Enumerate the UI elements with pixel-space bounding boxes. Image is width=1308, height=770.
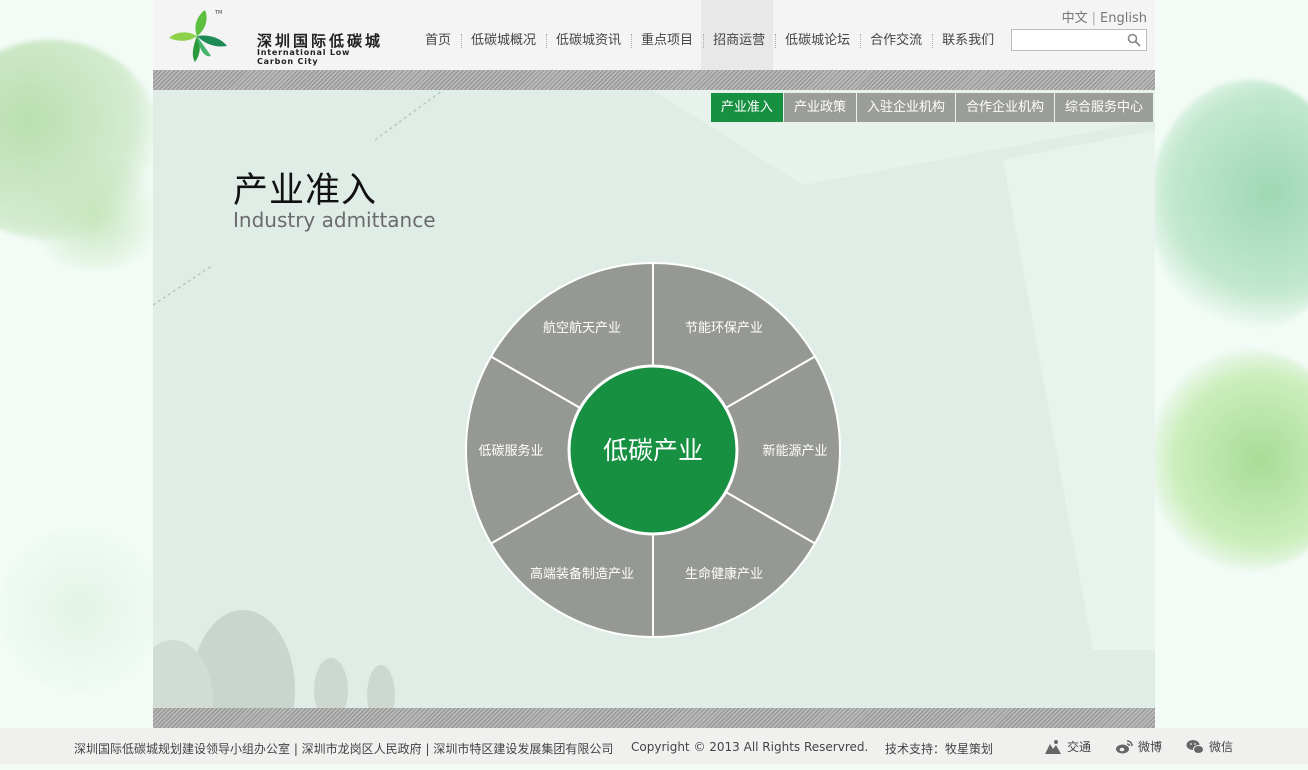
nav-item-home[interactable]: 首页: [415, 28, 461, 54]
wechat-icon: [1186, 739, 1204, 754]
header-stripe-band: [153, 70, 1155, 90]
footer-copyright: Copyright © 2013 All Rights Reservred.: [631, 740, 869, 754]
language-switcher: 中文 | English: [1062, 7, 1147, 26]
svg-text:TM: TM: [214, 10, 222, 16]
main-content: 产业准入 产业政策 入驻企业机构 合作企业机构 综合服务中心 产业准入 Indu…: [153, 90, 1155, 708]
lang-chinese-link[interactable]: 中文: [1062, 11, 1088, 26]
nav-item-contact[interactable]: 联系我们: [932, 28, 1004, 54]
sub-navigation: 产业准入 产业政策 入驻企业机构 合作企业机构 综合服务中心: [710, 93, 1153, 122]
social-wechat-label: 微信: [1209, 740, 1234, 754]
wheel-segment-label: 生命健康产业: [685, 566, 763, 582]
nav-item-investment[interactable]: 招商运营: [703, 28, 775, 54]
site-header: TM 深圳国际低碳城 International Low Carbon City…: [153, 0, 1155, 70]
subtab-service-center[interactable]: 综合服务中心: [1054, 93, 1153, 122]
nav-item-cooperation[interactable]: 合作交流: [860, 28, 932, 54]
nav-item-forum[interactable]: 低碳城论坛: [775, 28, 860, 54]
main-nav: 首页 低碳城概况 低碳城资讯 重点项目 招商运营 低碳城论坛 合作交流 联系我们: [415, 28, 1004, 54]
wheel-segment-label: 新能源产业: [762, 443, 827, 459]
wheel-center-label: 低碳产业: [603, 436, 703, 465]
subtab-resident-enterprises[interactable]: 入驻企业机构: [856, 93, 955, 122]
social-weibo[interactable]: 微博: [1115, 738, 1162, 755]
footer-organizations[interactable]: 深圳国际低碳城规划建设领导小组办公室 | 深圳市龙岗区人民政府 | 深圳市特区建…: [74, 740, 613, 757]
subtab-partner-enterprises[interactable]: 合作企业机构: [955, 93, 1054, 122]
footer-stripe-band: [153, 708, 1155, 728]
social-wechat[interactable]: 微信: [1186, 738, 1233, 755]
nav-item-key-projects[interactable]: 重点项目: [631, 28, 703, 54]
footer-tech-support[interactable]: 技术支持：牧星策划: [885, 740, 993, 757]
subtab-industry-policy[interactable]: 产业政策: [783, 93, 856, 122]
search-icon[interactable]: [1127, 33, 1141, 47]
search-input[interactable]: [1012, 31, 1122, 51]
nav-item-news[interactable]: 低碳城资讯: [546, 28, 631, 54]
background-blob: [1150, 80, 1308, 330]
background-blob: [0, 520, 160, 700]
social-traffic[interactable]: 交通: [1044, 738, 1091, 755]
background-blob: [20, 160, 170, 270]
wheel-segment-label: 节能环保产业: [685, 321, 763, 336]
site-logo[interactable]: TM 深圳国际低碳城 International Low Carbon City: [167, 6, 387, 66]
social-traffic-label: 交通: [1067, 740, 1092, 754]
nav-item-overview[interactable]: 低碳城概况: [461, 28, 546, 54]
lang-english-link[interactable]: English: [1100, 11, 1147, 26]
leaf-logo-icon: TM: [169, 10, 227, 62]
map-icon: [1045, 739, 1061, 754]
page-subtitle: Industry admittance: [233, 208, 436, 232]
subtab-industry-admittance[interactable]: 产业准入: [710, 93, 783, 122]
weibo-icon: [1116, 739, 1133, 753]
site-footer: 深圳国际低碳城规划建设领导小组办公室 | 深圳市龙岗区人民政府 | 深圳市特区建…: [0, 728, 1308, 764]
background-blob: [1150, 350, 1308, 570]
wheel-segment-label: 低碳服务业: [478, 443, 543, 459]
industry-wheel: 节能环保产业新能源产业生命健康产业 高端装备制造产业 低碳服务业 航空航天产业低碳产业: [465, 261, 841, 639]
wheel-segment-label: 航空航天产业: [543, 320, 621, 336]
search-box: [1011, 29, 1147, 51]
lang-separator: |: [1091, 11, 1097, 26]
page-title: 产业准入: [233, 171, 378, 211]
logo-english-name: International Low Carbon City: [257, 48, 351, 66]
social-weibo-label: 微博: [1138, 740, 1163, 754]
wheel-segment-label: 高端装备制造产业: [530, 566, 634, 582]
